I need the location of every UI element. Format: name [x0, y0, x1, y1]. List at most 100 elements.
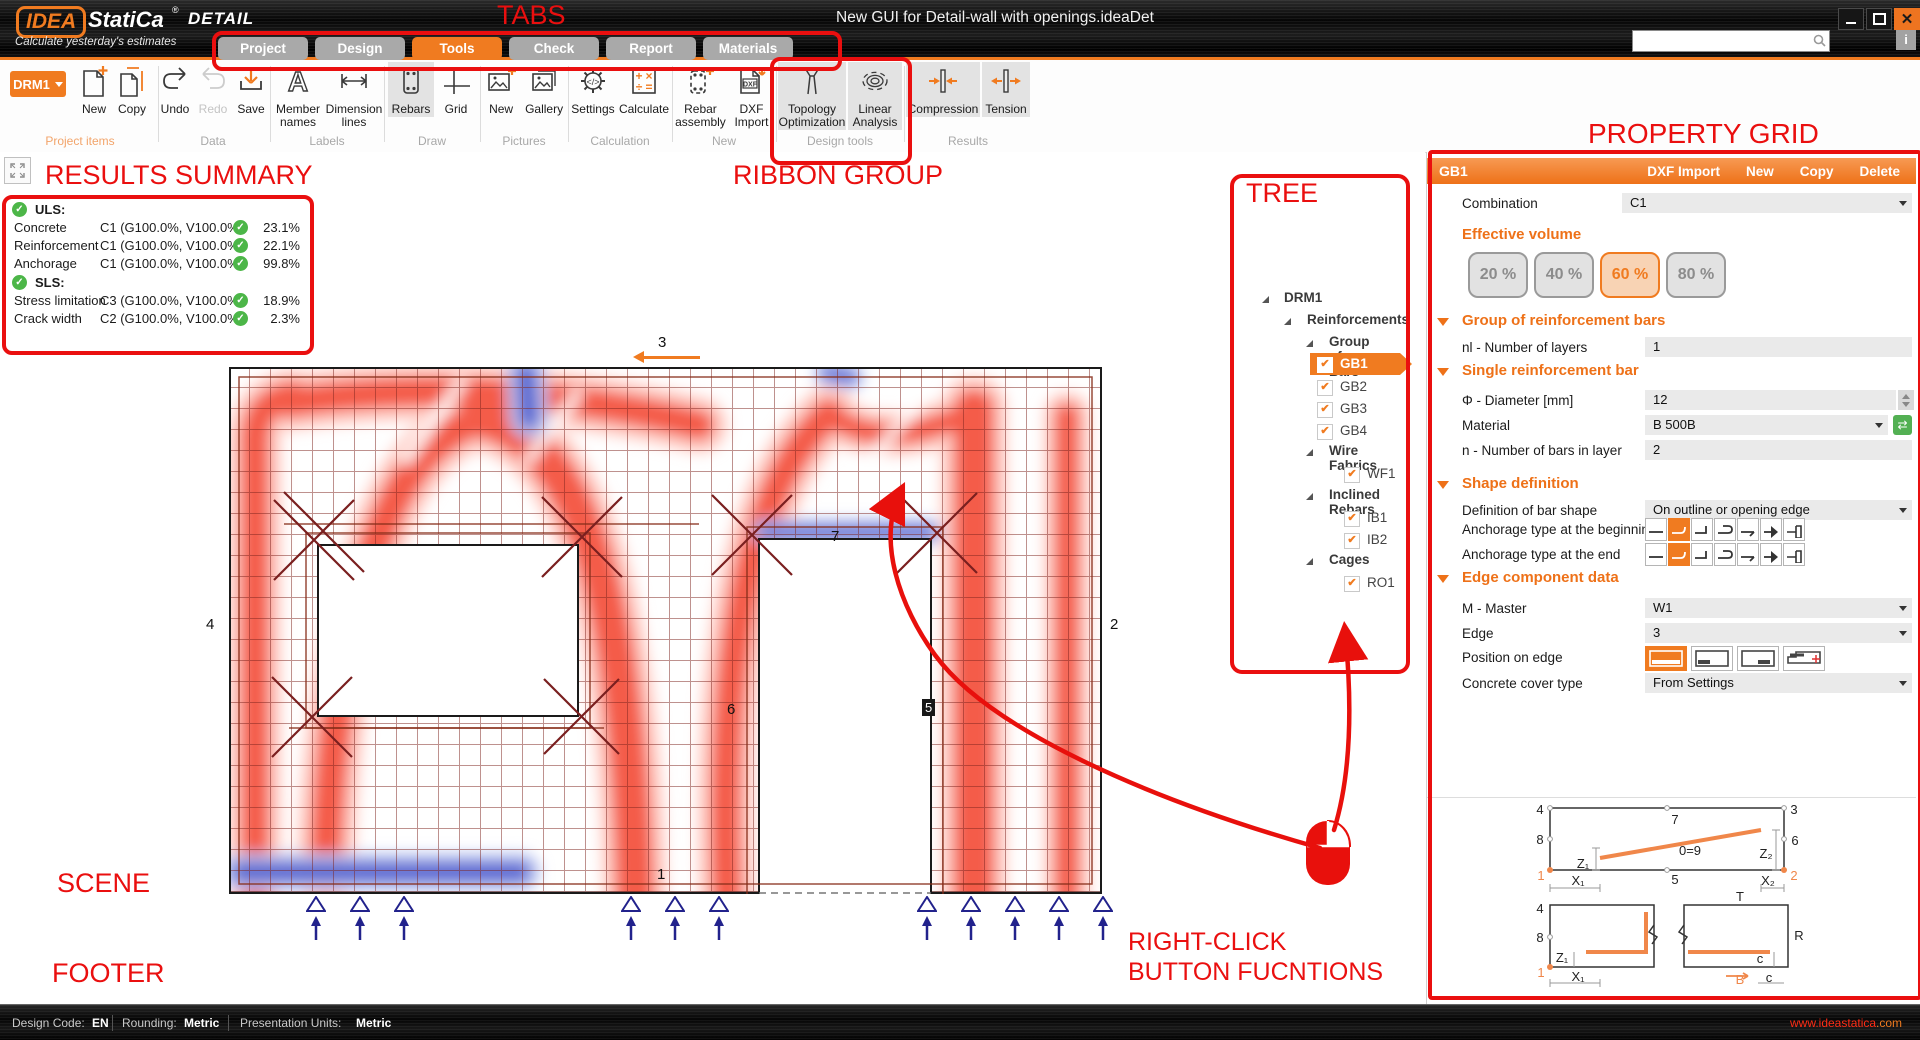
anchorage-loop-button[interactable] [1714, 543, 1736, 566]
redo-button[interactable]: Redo [195, 62, 231, 117]
effective-volume-60[interactable]: 60 % [1600, 252, 1660, 298]
diameter-input[interactable]: 12 [1645, 390, 1896, 410]
rebars-toggle-button[interactable]: Rebars [388, 62, 434, 117]
expander-icon[interactable] [1306, 449, 1313, 456]
checkbox-checked[interactable]: ✔ [1344, 511, 1360, 527]
effective-volume-40[interactable]: 40 % [1534, 252, 1594, 298]
nbars-input[interactable]: 2 [1645, 440, 1912, 460]
checkbox-checked[interactable]: ✔ [1317, 424, 1333, 440]
section-collapse-icon[interactable] [1437, 575, 1449, 583]
tab-project[interactable]: Project [218, 37, 308, 60]
scene-canvas[interactable] [229, 367, 1102, 894]
new-picture-button[interactable]: New [482, 62, 520, 117]
delete-header-button[interactable]: Delete [1859, 164, 1900, 179]
dxf-import-button[interactable]: DXF DXF Import [729, 62, 774, 130]
anchorage-loop-button[interactable] [1714, 518, 1736, 541]
edge-dropdown[interactable]: 3 [1645, 623, 1912, 643]
checkbox-checked[interactable]: ✔ [1317, 402, 1333, 418]
expander-icon[interactable] [1284, 318, 1291, 325]
tree-item-gb3[interactable]: GB3 [1340, 401, 1367, 416]
effective-volume-80[interactable]: 80 % [1666, 252, 1726, 298]
section-collapse-icon[interactable] [1437, 368, 1449, 376]
tab-design[interactable]: Design [315, 37, 405, 60]
grid-toggle-button[interactable]: Grid [436, 62, 476, 117]
anchorage-bend-button[interactable] [1691, 518, 1713, 541]
anchorage-hook-button[interactable] [1668, 518, 1690, 541]
anchorage-head-button[interactable] [1760, 518, 1782, 541]
tree-item-wf1[interactable]: WF1 [1367, 466, 1396, 481]
project-item-selector[interactable]: DRM1 [10, 71, 66, 97]
checkbox-checked[interactable]: ✔ [1344, 533, 1360, 549]
position-full-button[interactable] [1645, 646, 1687, 671]
search-input[interactable] [1635, 32, 1809, 50]
tree-item-reinforcements[interactable]: Reinforcements [1307, 312, 1409, 327]
member-names-button[interactable]: A Member names [272, 62, 324, 130]
topology-optimization-button[interactable]: Topology Optimization [778, 62, 846, 130]
anchorage-plate-button[interactable] [1783, 543, 1805, 566]
checkbox-checked[interactable]: ✔ [1344, 467, 1360, 483]
anchorage-straight-button[interactable] [1645, 518, 1667, 541]
tab-tools[interactable]: Tools [412, 37, 502, 60]
maximize-button[interactable] [1866, 8, 1892, 30]
diameter-spinner[interactable] [1898, 390, 1914, 410]
tab-materials[interactable]: Materials [703, 37, 793, 60]
tree-item-gb1-selected[interactable]: ✔ GB1 [1310, 353, 1412, 375]
anchorage-head-button[interactable] [1760, 543, 1782, 566]
website-link[interactable]: www.ideastatica.com [1790, 1016, 1902, 1030]
minimize-button[interactable] [1838, 8, 1864, 30]
checkbox-checked[interactable]: ✔ [1317, 380, 1333, 396]
position-start-button[interactable] [1691, 646, 1733, 671]
new-header-button[interactable]: New [1746, 164, 1774, 179]
master-dropdown[interactable]: W1 [1645, 598, 1912, 618]
material-sync-button[interactable]: ⇄ [1893, 415, 1912, 435]
expander-icon[interactable] [1262, 296, 1269, 303]
bar-shape-dropdown[interactable]: On outline or opening edge [1645, 500, 1912, 520]
info-button[interactable]: i [1896, 30, 1916, 50]
effective-volume-20[interactable]: 20 % [1468, 252, 1528, 298]
copy-header-button[interactable]: Copy [1800, 164, 1834, 179]
anchorage-hook-button[interactable] [1668, 543, 1690, 566]
anchorage-bend-button[interactable] [1691, 543, 1713, 566]
cover-dropdown[interactable]: From Settings [1645, 673, 1912, 693]
section-collapse-icon[interactable] [1437, 481, 1449, 489]
anchorage-straight-button[interactable] [1645, 543, 1667, 566]
checkbox-checked[interactable]: ✔ [1344, 576, 1360, 592]
checkbox-checked[interactable]: ✔ [1317, 357, 1333, 373]
gallery-button[interactable]: Gallery [522, 62, 566, 117]
save-button[interactable]: Save [233, 62, 269, 117]
position-custom-button[interactable] [1783, 646, 1825, 671]
dxf-import-header-button[interactable]: DXF Import [1647, 164, 1720, 179]
tree-item-gb2[interactable]: GB2 [1340, 379, 1367, 394]
expander-icon[interactable] [1306, 558, 1313, 565]
dimension-lines-button[interactable]: Dimension lines [326, 62, 382, 130]
expander-icon[interactable] [1306, 493, 1313, 500]
undo-button[interactable]: Undo [157, 62, 193, 117]
copy-project-item-button[interactable]: Copy [114, 62, 150, 117]
rebar-assembly-button[interactable]: Rebar assembly [674, 62, 727, 130]
tree-item-ib1[interactable]: IB1 [1367, 510, 1387, 525]
close-button[interactable]: ✕ [1894, 8, 1920, 30]
tree-item-gb4[interactable]: GB4 [1340, 423, 1367, 438]
tension-button[interactable]: Tension [982, 62, 1030, 117]
linear-analysis-button[interactable]: Linear Analysis [848, 62, 902, 130]
settings-button[interactable]: </> Settings [570, 62, 616, 117]
tree-item-cages[interactable]: Cages [1329, 552, 1370, 567]
tab-report[interactable]: Report [606, 37, 696, 60]
combination-dropdown[interactable]: C1 [1622, 193, 1912, 213]
tree-item-ro1[interactable]: RO1 [1367, 575, 1395, 590]
new-project-item-button[interactable]: New [76, 62, 112, 117]
calculate-button[interactable]: +×÷= Calculate [618, 62, 670, 117]
nl-input[interactable]: 1 [1645, 337, 1912, 357]
position-end-button[interactable] [1737, 646, 1779, 671]
section-collapse-icon[interactable] [1437, 318, 1449, 326]
material-dropdown[interactable]: B 500B [1645, 415, 1888, 435]
expander-icon[interactable] [1306, 340, 1313, 347]
zoom-fit-button[interactable] [4, 157, 31, 184]
tree-item-drm1[interactable]: DRM1 [1284, 290, 1322, 305]
anchorage-plate-button[interactable] [1783, 518, 1805, 541]
tab-check[interactable]: Check [509, 37, 599, 60]
tree-item-ib2[interactable]: IB2 [1367, 532, 1387, 547]
anchorage-foot-button[interactable] [1737, 543, 1759, 566]
compression-button[interactable]: Compression [906, 62, 980, 117]
anchorage-foot-button[interactable] [1737, 518, 1759, 541]
